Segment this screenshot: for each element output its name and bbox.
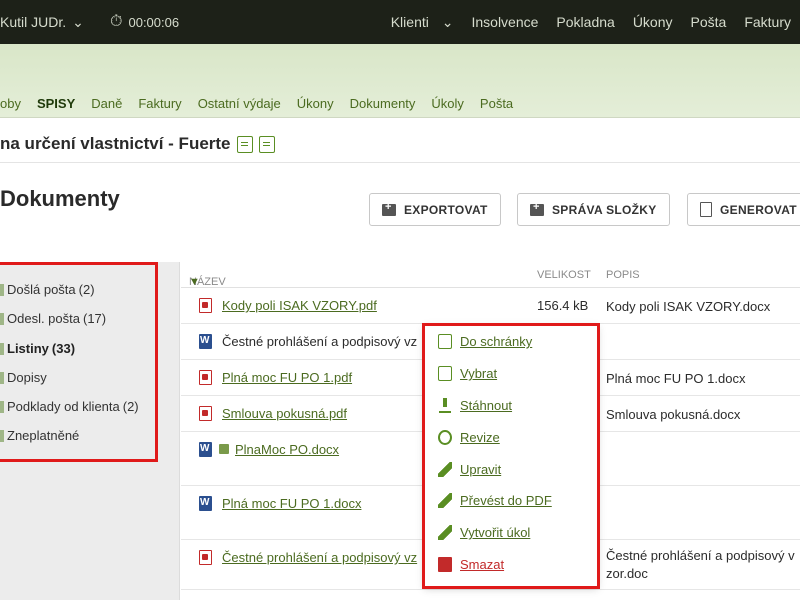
menu-item-download[interactable]: Stáhnout (438, 398, 512, 413)
folder-dopisy[interactable]: Dopisy (0, 370, 47, 385)
pdf-file-icon (199, 298, 212, 313)
folder-podklady[interactable]: Podklady od klienta (2) (0, 399, 139, 414)
menu-item-edit[interactable]: Upravit (438, 462, 501, 477)
nav-pokladna[interactable]: Pokladna (547, 14, 623, 30)
context-menu: Do schránky Vybrat Stáhnout Revize Uprav… (424, 325, 598, 587)
trash-icon (438, 557, 452, 572)
folder-icon (0, 283, 4, 296)
page-title: Dokumenty (0, 186, 120, 211)
file-name-link[interactable]: Kody poli ISAK VZORY.pdf (222, 298, 377, 313)
menu-item-select[interactable]: Vybrat (438, 366, 497, 381)
tab-posta[interactable]: Pošta (472, 96, 521, 111)
file-name-link[interactable]: PlnaMoc PO.docx (235, 442, 339, 457)
section-tabs: oby SPISY Daně Faktury Ostatní výdaje Úk… (0, 88, 521, 118)
folder-listiny[interactable]: Listiny (33) (0, 341, 75, 356)
timer-value: 00:00:06 (128, 14, 180, 30)
pdf-file-icon (199, 406, 212, 421)
file-description: Kody poli ISAK VZORY.docx (606, 299, 771, 314)
file-name: Čestné prohlášení a podpisový vz (222, 334, 418, 349)
folder-plus-icon (530, 201, 544, 216)
nav-faktury[interactable]: Faktury (735, 14, 800, 30)
tab-ukoly[interactable]: Úkoly (423, 96, 472, 111)
chevron-down-icon: ⌄ (72, 13, 84, 30)
case-info-icon[interactable] (236, 135, 253, 153)
stopwatch-icon: ⏱ (110, 13, 123, 30)
main-nav: Klienti ⌄ Insolvence Pokladna Úkony Pošt… (373, 0, 800, 44)
folder-icon (0, 312, 4, 325)
lock-icon (219, 444, 229, 454)
tab-ostatni-vydaje[interactable]: Ostatní výdaje (190, 96, 289, 111)
export-button[interactable]: EXPORTOVAT (369, 193, 501, 226)
menu-item-revisions[interactable]: Revize (438, 430, 500, 445)
tab-dokumenty[interactable]: Dokumenty (342, 96, 424, 111)
file-description: Čestné prohlášení a podpisový v zor.doc (606, 548, 795, 581)
download-icon (438, 398, 452, 413)
tab-faktury[interactable]: Faktury (130, 96, 189, 111)
pdf-file-icon (199, 370, 212, 385)
column-size[interactable]: VELIKOST (537, 269, 591, 281)
user-name: Kutil JUDr. (0, 14, 67, 30)
file-name-link[interactable]: Plná moc FU PO 1.docx (222, 496, 361, 511)
file-name-link[interactable]: Plná moc FU PO 1.pdf (222, 370, 352, 385)
nav-posta[interactable]: Pošta (682, 14, 736, 30)
file-description: Plná moc FU PO 1.docx (606, 371, 746, 386)
menu-item-delete[interactable]: Smazat (438, 557, 504, 572)
tab-ukony[interactable]: Úkony (289, 96, 342, 111)
menu-item-copy-to-clipboard[interactable]: Do schránky (438, 334, 532, 349)
export-label: EXPORTOVAT (404, 202, 488, 217)
column-description[interactable]: POPIS (606, 269, 640, 281)
folder-icon (0, 342, 4, 355)
folder-icon (0, 371, 4, 384)
table-row[interactable]: Kody poli ISAK VZORY.pdf 156.4 kB Kody p… (181, 288, 800, 324)
timer[interactable]: ⏱ 00:00:06 (110, 0, 179, 44)
case-title: na určení vlastnictví - Fuerte (0, 134, 275, 154)
tab-dane[interactable]: Daně (83, 96, 130, 111)
file-name-link[interactable]: Smlouva pokusná.pdf (222, 406, 347, 421)
case-edit-icon[interactable] (258, 135, 275, 153)
menu-item-create-task[interactable]: Vytvořit úkol (438, 525, 530, 540)
folder-icon (0, 429, 4, 442)
folder-icon (0, 400, 4, 413)
pdf-file-icon (199, 550, 212, 565)
folder-management-label: SPRÁVA SLOŽKY (552, 202, 657, 217)
pencil-icon (438, 462, 452, 477)
nav-insolvence[interactable]: Insolvence (462, 14, 547, 30)
word-file-icon (199, 334, 212, 349)
folder-odesl-posta[interactable]: Odesl. pošta (17) (0, 311, 106, 326)
sort-desc-icon: ▼ (189, 276, 200, 288)
file-name-link[interactable]: Čestné prohlášení a podpisový vz (222, 550, 417, 565)
history-icon (438, 430, 452, 445)
nav-ukony[interactable]: Úkony (624, 14, 682, 30)
tab-spisy[interactable]: SPISY (29, 96, 83, 111)
generate-button[interactable]: GENEROVAT (687, 193, 800, 226)
case-title-text: na určení vlastnictví - Fuerte (0, 134, 231, 153)
tab-osoby[interactable]: oby (0, 96, 29, 111)
divider (0, 162, 800, 163)
table-header: NÁZEV ▼ VELIKOST POPIS (181, 262, 800, 288)
header-band: oby SPISY Daně Faktury Ostatní výdaje Úk… (0, 44, 800, 118)
copy-icon (438, 366, 452, 381)
pencil-icon (438, 493, 452, 508)
word-file-icon (199, 442, 212, 457)
folder-dosla-posta[interactable]: Došlá pošta (2) (0, 282, 95, 297)
pencil-icon (438, 525, 452, 540)
nav-klienti[interactable]: Klienti ⌄ (373, 14, 463, 31)
file-description: Smlouva pokusná.docx (606, 407, 741, 422)
document-icon (700, 202, 712, 217)
file-size: 156.4 kB (537, 298, 589, 313)
top-bar: Kutil JUDr. ⌄ ⏱ 00:00:06 Klienti ⌄ Insol… (0, 0, 800, 44)
folder-plus-icon (382, 201, 396, 216)
folder-management-button[interactable]: SPRÁVA SLOŽKY (517, 193, 670, 226)
folder-zneplatnene[interactable]: Zneplatněné (0, 428, 79, 443)
generate-label: GENEROVAT (720, 202, 797, 217)
word-file-icon (199, 496, 212, 511)
copy-icon (438, 334, 452, 349)
user-menu[interactable]: Kutil JUDr. ⌄ (0, 0, 84, 44)
menu-item-convert-pdf[interactable]: Převést do PDF (438, 493, 552, 508)
